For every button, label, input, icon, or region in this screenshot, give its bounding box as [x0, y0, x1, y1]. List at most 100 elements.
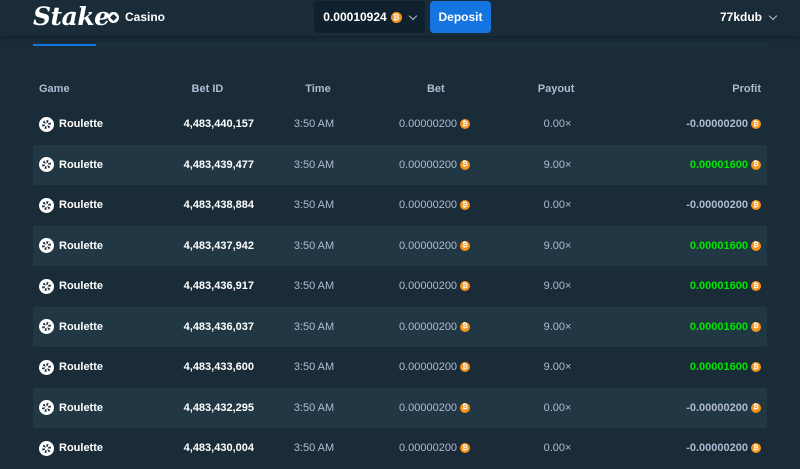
table-row[interactable]: Roulette 4,483,436,037 3:50 AM 0.00000200 ₿ 9… — [33, 306, 767, 347]
roulette-icon — [39, 238, 54, 254]
table-row[interactable]: Roulette 4,483,440,157 3:50 AM 0.00000200 ₿ 0… — [33, 104, 767, 145]
col-bet-header: Bet — [426, 83, 445, 95]
game-name: Roulette — [59, 239, 103, 252]
profit-amount: -0.00000200 — [686, 118, 748, 131]
bitcoin-icon: ₿ — [460, 200, 471, 211]
game-cell[interactable]: Roulette — [33, 157, 148, 173]
bitcoin-icon: ₿ — [751, 402, 761, 413]
bitcoin-icon: ₿ — [460, 159, 471, 170]
bitcoin-icon: ₿ — [390, 11, 402, 23]
bet-id[interactable]: 4,483,440,157 — [148, 118, 254, 130]
profit-amount: 0.00001600 — [689, 239, 748, 252]
profit-amount: 0.00001600 — [689, 280, 748, 293]
profit-cell: 0.00001600 ₿ — [620, 321, 767, 333]
bet-amount-cell: 0.00000200 ₿ — [374, 118, 495, 130]
table-row[interactable]: Roulette 4,483,433,600 3:50 AM 0.00000200 ₿ 9… — [33, 347, 767, 388]
bet-time: 3:50 AM — [293, 199, 335, 212]
game-cell[interactable]: Roulette — [33, 440, 148, 456]
profit-cell: 0.00001600 ₿ — [620, 280, 767, 292]
profit-amount: -0.00000200 — [686, 401, 748, 414]
game-name: Roulette — [59, 320, 103, 333]
bet-amount: 0.00000200 — [398, 361, 458, 374]
table-row[interactable]: Roulette 4,483,437,942 3:50 AM 0.00000200 ₿ 9… — [33, 225, 767, 266]
game-cell[interactable]: Roulette — [33, 359, 148, 375]
table-row[interactable]: Roulette 4,483,436,917 3:50 AM 0.00000200 ₿ 9… — [33, 266, 767, 307]
bet-id[interactable]: 4,483,433,600 — [148, 361, 254, 373]
bet-id[interactable]: 4,483,430,004 — [148, 442, 254, 454]
payout: 9.00× — [543, 361, 572, 374]
chevron-down-icon — [408, 11, 417, 20]
stake-logo[interactable]: Stake — [33, 2, 110, 31]
game-name: Roulette — [59, 361, 103, 374]
bet-id[interactable]: 4,483,436,917 — [148, 280, 254, 292]
bet-time: 3:50 AM — [293, 320, 335, 333]
bet-amount-cell: 0.00000200 ₿ — [374, 280, 495, 292]
bitcoin-icon: ₿ — [460, 362, 471, 373]
table-body: Roulette 4,483,440,157 3:50 AM 0.00000200 ₿ 0… — [33, 104, 767, 469]
bitcoin-icon: ₿ — [460, 402, 471, 413]
tab-divider — [96, 44, 767, 45]
bet-amount: 0.00000200 — [398, 158, 458, 171]
col-payout-header: Payout — [537, 83, 575, 95]
active-tab-indicator — [33, 44, 96, 46]
deposit-button[interactable]: Deposit — [430, 1, 491, 33]
bitcoin-icon: ₿ — [751, 443, 761, 454]
game-name: Roulette — [59, 442, 103, 455]
table-row[interactable]: Roulette 4,483,439,477 3:50 AM 0.00000200 ₿ 9… — [33, 144, 767, 185]
game-name: Roulette — [59, 199, 103, 212]
wallet-balance: 0.00010924 — [323, 10, 387, 24]
game-name: Roulette — [59, 158, 103, 171]
payout: 9.00× — [543, 158, 572, 171]
bet-amount: 0.00000200 — [398, 239, 458, 252]
bet-time: 3:50 AM — [293, 158, 335, 171]
bet-amount-cell: 0.00000200 ₿ — [374, 159, 495, 171]
roulette-icon — [39, 278, 54, 294]
profit-cell: -0.00000200 ₿ — [620, 442, 767, 454]
col-time-header: Time — [305, 83, 331, 95]
bet-amount-cell: 0.00000200 ₿ — [374, 240, 495, 252]
payout: 0.00× — [543, 401, 572, 414]
bet-id[interactable]: 4,483,439,477 — [148, 159, 254, 171]
profit-cell: 0.00001600 ₿ — [620, 159, 767, 171]
payout: 0.00× — [543, 199, 572, 212]
bitcoin-icon: ₿ — [460, 119, 471, 130]
payout: 9.00× — [543, 320, 572, 333]
game-cell[interactable]: Roulette — [33, 319, 148, 335]
table-row[interactable]: Roulette 4,483,430,004 3:50 AM 0.00000200 ₿ 0… — [33, 428, 767, 469]
roulette-icon — [39, 440, 54, 456]
bet-time: 3:50 AM — [293, 280, 335, 293]
bet-time: 3:50 AM — [293, 401, 335, 414]
game-cell[interactable]: Roulette — [33, 238, 148, 254]
game-cell[interactable]: Roulette — [33, 197, 148, 213]
game-cell[interactable]: Roulette — [33, 278, 148, 294]
table-header: Game Bet ID Time Bet Payout Profit — [33, 74, 767, 104]
col-game-header: Game — [39, 83, 70, 95]
nav-casino[interactable]: Casino — [108, 10, 165, 24]
chevron-down-icon — [768, 11, 778, 20]
bitcoin-icon: ₿ — [460, 281, 471, 292]
bet-id[interactable]: 4,483,432,295 — [148, 402, 254, 414]
bet-amount: 0.00000200 — [398, 320, 458, 333]
game-cell[interactable]: Roulette — [33, 400, 148, 416]
bet-id[interactable]: 4,483,436,037 — [148, 321, 254, 333]
profit-amount: 0.00001600 — [689, 320, 748, 333]
roulette-icon — [39, 359, 54, 375]
table-row[interactable]: Roulette 4,483,432,295 3:50 AM 0.00000200 ₿ 0… — [33, 387, 767, 428]
wallet-balance-selector[interactable]: 0.00010924 ₿ — [314, 1, 425, 33]
table-row[interactable]: Roulette 4,483,438,884 3:50 AM 0.00000200 ₿ 0… — [33, 185, 767, 226]
bet-amount-cell: 0.00000200 ₿ — [374, 402, 495, 414]
bitcoin-icon: ₿ — [751, 321, 761, 332]
bet-id[interactable]: 4,483,438,884 — [148, 199, 254, 211]
bet-time: 3:50 AM — [293, 361, 335, 374]
col-bet-id-header: Bet ID — [191, 83, 224, 95]
bet-amount-cell: 0.00000200 ₿ — [374, 361, 495, 373]
bitcoin-icon: ₿ — [751, 362, 761, 373]
user-menu[interactable]: 77kdub — [720, 10, 778, 24]
bitcoin-icon: ₿ — [460, 240, 471, 251]
game-cell[interactable]: Roulette — [33, 116, 148, 132]
profit-cell: -0.00000200 ₿ — [620, 402, 767, 414]
bet-id[interactable]: 4,483,437,942 — [148, 240, 254, 252]
bets-table: Game Bet ID Time Bet Payout Profit Roule… — [33, 74, 767, 469]
payout: 9.00× — [543, 239, 572, 252]
profit-cell: 0.00001600 ₿ — [620, 361, 767, 373]
